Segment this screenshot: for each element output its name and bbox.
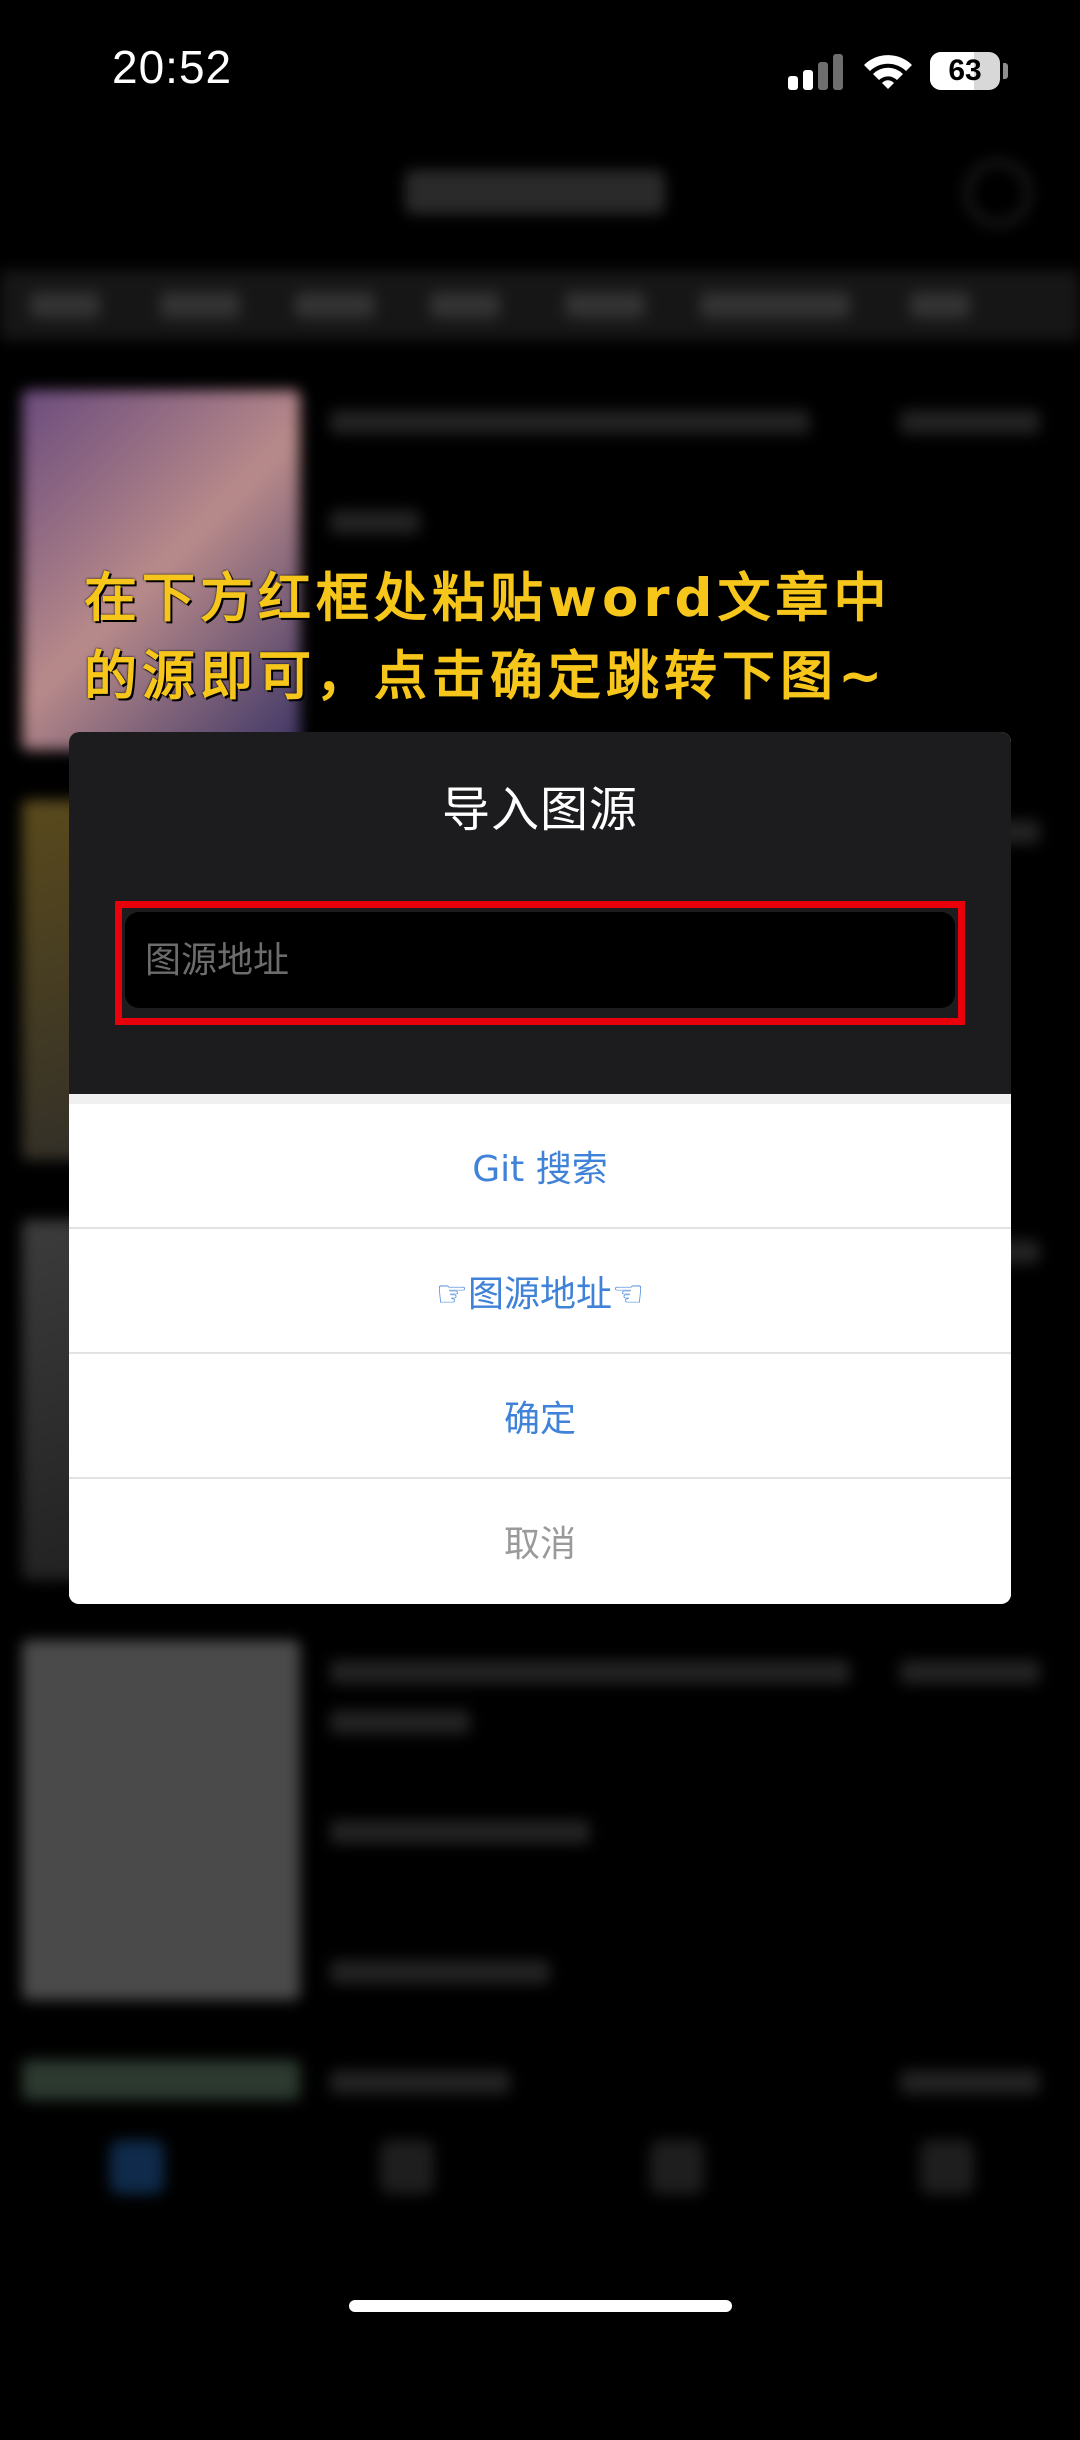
- battery-percent: 63: [948, 54, 982, 87]
- bg-tab-bar: [0, 270, 1080, 340]
- annotation-line-2: 的源即可，点击确定跳转下图~: [84, 646, 888, 707]
- battery-icon: 63: [930, 52, 1000, 90]
- battery-cap: [1003, 63, 1008, 79]
- bg-search-icon: [965, 160, 1031, 226]
- bg-bottom-nav: [0, 2120, 1080, 2240]
- dialog-header: 导入图源: [69, 732, 1011, 1094]
- dialog-separator: [69, 1094, 1011, 1104]
- confirm-button[interactable]: 确定: [69, 1354, 1011, 1477]
- source-address-button[interactable]: ☞图源地址☜: [69, 1229, 1011, 1352]
- cancel-button[interactable]: 取消: [69, 1479, 1011, 1602]
- import-source-dialog: 导入图源 Git 搜索 ☞图源地址☜ 确定 取消: [69, 732, 1011, 1604]
- signal-icon: [788, 54, 844, 90]
- source-url-input[interactable]: [125, 912, 955, 1008]
- wifi-icon: [864, 55, 912, 89]
- dialog-title: 导入图源: [441, 782, 638, 838]
- bg-card: [0, 2060, 1080, 2440]
- bg-title: [405, 170, 665, 214]
- home-indicator: [349, 2300, 732, 2312]
- bg-card: [0, 1640, 1080, 2020]
- git-search-button[interactable]: Git 搜索: [69, 1104, 1011, 1227]
- status-time: 20:52: [112, 41, 233, 93]
- instruction-annotation: 在下方红框处粘贴word文章中 的源即可，点击确定跳转下图~: [84, 560, 1064, 716]
- annotation-line-1: 在下方红框处粘贴word文章中: [84, 568, 892, 629]
